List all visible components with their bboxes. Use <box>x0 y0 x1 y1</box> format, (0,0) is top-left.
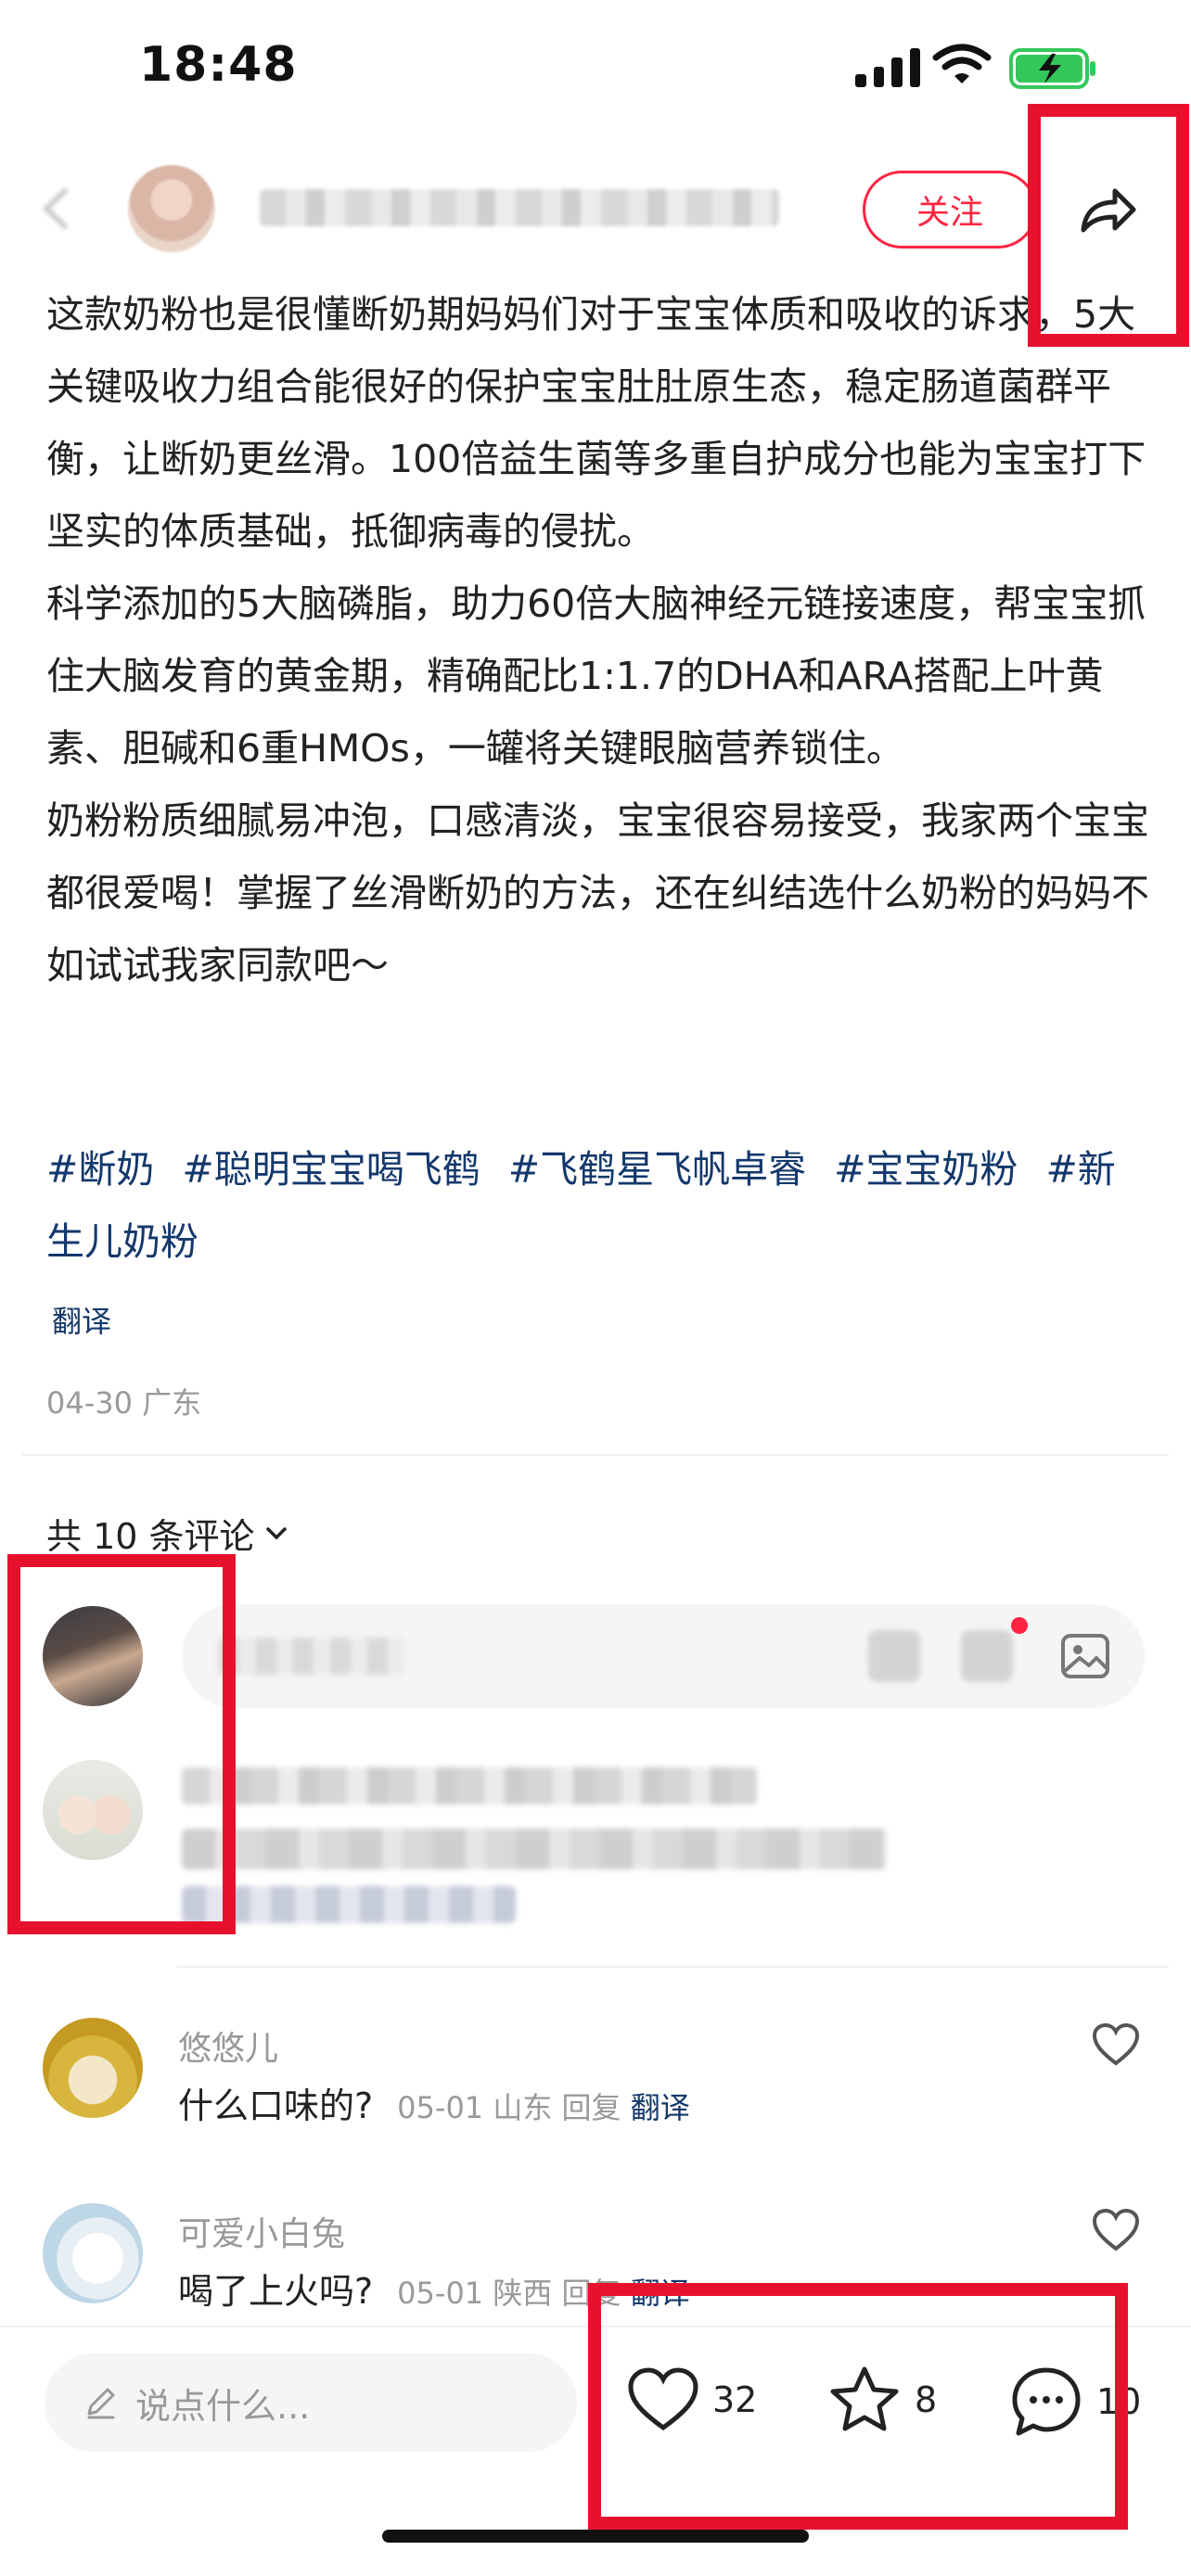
emoji-icon[interactable] <box>961 1630 1013 1682</box>
status-time: 18:48 <box>139 37 298 93</box>
annotation-box-actions <box>588 2283 1128 2530</box>
back-chevron-icon[interactable] <box>37 185 74 232</box>
hashtag-link[interactable]: #断奶 <box>46 1147 154 1192</box>
divider <box>176 1966 1169 1968</box>
follow-button[interactable]: 关注 <box>863 171 1037 249</box>
divider <box>22 1454 1169 1456</box>
image-icon[interactable] <box>1057 1628 1113 1684</box>
post-body: 这款奶粉也是很懂断奶期妈妈们对于宝宝体质和吸收的诉求，5大关键吸收力组合能很好的… <box>46 278 1150 1001</box>
pencil-icon <box>87 2388 115 2419</box>
reply-link[interactable]: 回复 <box>562 2090 621 2125</box>
comment-text: 喝了上火吗? <box>178 2271 374 2312</box>
comment-input[interactable] <box>182 1604 1145 1708</box>
author-name-blurred[interactable] <box>260 189 779 226</box>
hashtag-link[interactable]: #聪明宝宝喝飞鹤 <box>182 1147 480 1192</box>
post-date-location: 04-30 广东 <box>46 1385 202 1421</box>
scroll-fade <box>0 278 1191 299</box>
annotation-box-share <box>1028 104 1189 347</box>
commenter-name[interactable]: 可爱小白兔 <box>178 2207 345 2255</box>
post-paragraph: 奶粉粉质细腻易冲泡，口感清淡，宝宝很容易接受，我家两个宝宝都很爱喝！掌握了丝滑断… <box>46 798 1149 988</box>
comments-count-toggle[interactable]: 共 10 条评论 <box>46 1508 288 1559</box>
home-indicator <box>382 2530 809 2543</box>
comment-text: 什么口味的? <box>178 2085 374 2126</box>
translate-link[interactable]: 翻译 <box>52 1298 111 1341</box>
heart-icon[interactable] <box>1091 2021 1141 2068</box>
wifi-icon <box>932 44 992 83</box>
comments-count-label: 共 10 条评论 <box>46 1516 255 1557</box>
annotation-box-avatars <box>7 1554 236 1934</box>
comment-author-blurred <box>182 1767 757 1804</box>
post-tags: #断奶 #聪明宝宝喝飞鹤 #飞鹤星飞帆卓睿 #宝宝奶粉 #新生儿奶粉 <box>46 1133 1150 1278</box>
post-paragraph: 科学添加的5大脑磷脂，助力60倍大脑神经元链接速度，帮宝宝抓住大脑发育的黄金期，… <box>46 581 1146 771</box>
hashtag-link[interactable]: #飞鹤星飞帆卓睿 <box>508 1147 806 1192</box>
say-something-input[interactable]: 说点什么... <box>45 2353 577 2452</box>
comment-row: 什么口味的? 05-01 山东 回复 翻译 <box>178 2077 690 2128</box>
battery-charging-icon <box>1009 48 1095 89</box>
mention-icon[interactable] <box>868 1630 920 1682</box>
commenter-avatar[interactable] <box>43 2018 143 2118</box>
comment-input-placeholder-blurred <box>219 1638 404 1675</box>
say-something-placeholder: 说点什么... <box>135 2385 311 2427</box>
notification-dot <box>1011 1617 1028 1634</box>
comment-meta: 05-01 山东 回复 翻译 <box>397 2085 690 2127</box>
post-paragraph: 这款奶粉也是很懂断奶期妈妈们对于宝宝体质和吸收的诉求，5大关键吸收力组合能很好的… <box>46 292 1146 554</box>
comment-date-location: 05-01 山东 <box>397 2090 553 2125</box>
hashtag-link[interactable]: #宝宝奶粉 <box>834 1147 1018 1192</box>
cellular-signal-icon <box>855 45 920 87</box>
comment-text-blurred <box>182 1829 887 1869</box>
commenter-name[interactable]: 悠悠儿 <box>178 2021 278 2070</box>
heart-icon[interactable] <box>1091 2207 1141 2253</box>
author-avatar[interactable] <box>128 165 215 252</box>
comment-date-location: 05-01 陕西 <box>397 2276 553 2311</box>
chevron-down-icon <box>265 1526 287 1539</box>
translate-link[interactable]: 翻译 <box>631 2090 690 2125</box>
commenter-avatar[interactable] <box>43 2203 143 2303</box>
